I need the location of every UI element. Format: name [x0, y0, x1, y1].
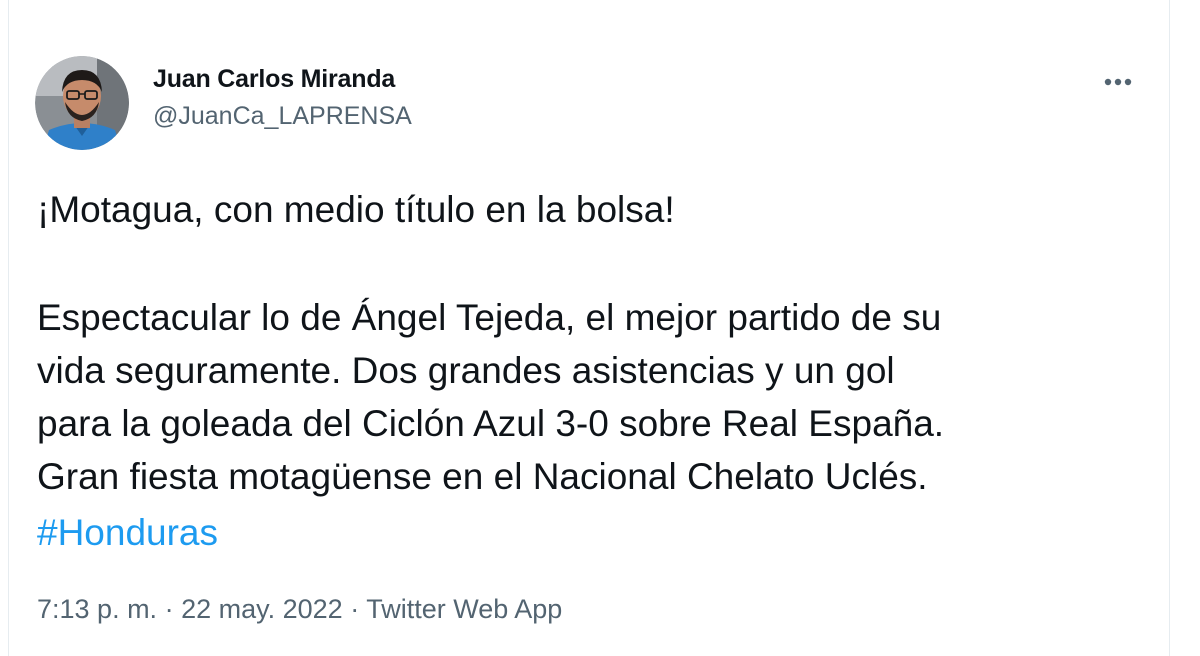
avatar[interactable] [35, 56, 129, 150]
tweet-text-line: Espectacular lo de Ángel Tejeda, el mejo… [37, 297, 942, 338]
tweet-date-link[interactable]: 22 may. 2022 [181, 594, 343, 624]
meta-separator: · [342, 594, 367, 624]
tweet-card: Juan Carlos Miranda @JuanCa_LAPRENSA ¡Mo… [8, 0, 1170, 656]
more-horizontal-icon [1104, 78, 1132, 86]
tweet-text-line: ¡Motagua, con medio título en la bolsa! [37, 189, 675, 230]
author-name[interactable]: Juan Carlos Miranda [153, 65, 395, 94]
tweet-time-link[interactable]: 7:13 p. m. [37, 594, 157, 624]
meta-separator: · [157, 594, 182, 624]
tweet-source-link[interactable]: Twitter Web App [366, 594, 562, 624]
author-handle[interactable]: @JuanCa_LAPRENSA [153, 102, 412, 131]
hashtag-link[interactable]: #Honduras [37, 507, 218, 559]
tweet-metadata: 7:13 p. m. · 22 may. 2022 · Twitter Web … [37, 594, 562, 625]
tweet-text-line: Gran fiesta motagüense en el Nacional Ch… [37, 456, 928, 497]
tweet-text-line: vida seguramente. Dos grandes asistencia… [37, 350, 895, 391]
more-options-button[interactable] [1098, 68, 1138, 96]
tweet-text-line: para la goleada del Ciclón Azul 3-0 sobr… [37, 403, 945, 444]
avatar-image [35, 56, 129, 150]
